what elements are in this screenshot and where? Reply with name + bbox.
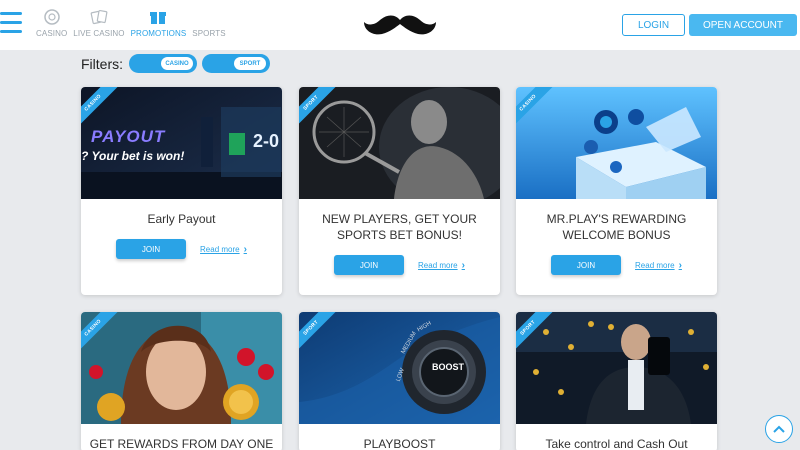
read-more-link[interactable]: Read more › xyxy=(635,260,682,271)
sport-filter-toggle[interactable]: SPORT xyxy=(202,54,270,73)
card-actions: JOIN Read more › xyxy=(81,239,282,259)
login-button[interactable]: LOGIN xyxy=(622,14,685,36)
promo-image-playboost: BOOST LOW MEDIUM HIGH SPORT xyxy=(299,312,500,424)
sport-filter-label: SPORT xyxy=(234,57,266,70)
nav-promotions[interactable]: PROMOTIONS xyxy=(131,8,187,38)
gift-icon xyxy=(149,8,167,26)
cards-icon xyxy=(90,8,108,26)
menu-icon[interactable] xyxy=(0,12,22,36)
promo-image-early-payout: PAYOUT ? Your bet is won! 2-0 CASINO xyxy=(81,87,282,199)
nav-casino[interactable]: CASINO xyxy=(36,8,67,38)
chevron-right-icon: › xyxy=(678,259,682,271)
chevron-up-icon xyxy=(773,425,785,433)
read-more-link[interactable]: Read more › xyxy=(418,260,465,271)
nav-live-casino[interactable]: LIVE CASINO xyxy=(73,8,125,38)
promo-title-line: Early Payout xyxy=(147,212,216,226)
main-nav: CASINO LIVE CASINO PROMOTIONS SPORTS xyxy=(36,8,226,38)
nav-promotions-label: PROMOTIONS xyxy=(130,29,187,38)
join-button[interactable]: JOIN xyxy=(334,255,405,275)
casino-filter-toggle[interactable]: CASINO xyxy=(129,54,197,73)
card-actions: JOIN Read more › xyxy=(299,255,500,275)
promo-image-gift-box: CASINO xyxy=(516,87,717,199)
promo-image-tennis: SPORT xyxy=(299,87,500,199)
promo-card-cash-out: SPORT Take control and Cash Out xyxy=(516,312,717,450)
read-more-link[interactable]: Read more › xyxy=(200,244,247,255)
nav-sports[interactable]: SPORTS xyxy=(192,8,225,38)
casino-chip-icon xyxy=(43,8,61,26)
scroll-to-top-button[interactable] xyxy=(765,415,793,443)
score-image-text: 2-0 xyxy=(253,131,280,151)
promo-title-line: PLAYBOOST xyxy=(363,437,436,450)
nav-sports-label: SPORTS xyxy=(192,29,226,38)
promo-card-welcome-bonus: CASINO MR.PLAY'S REWARDING WELCOME BONUS… xyxy=(516,87,717,295)
filters-bar: Filters: CASINO SPORT xyxy=(81,54,275,73)
promo-title: Take control and Cash Out xyxy=(516,436,717,450)
top-header: CASINO LIVE CASINO PROMOTIONS SPORTS LOG… xyxy=(0,0,800,50)
chevron-right-icon: › xyxy=(461,259,465,271)
payout-image-text: PAYOUT xyxy=(91,127,166,146)
join-button[interactable]: JOIN xyxy=(551,255,622,275)
filters-label: Filters: xyxy=(81,55,123,72)
promo-title-line: Take control and Cash Out xyxy=(545,437,688,450)
promo-title-line: WELCOME BONUS xyxy=(562,228,671,242)
promo-card-new-players: SPORT NEW PLAYERS, GET YOUR SPORTS BET B… xyxy=(299,87,500,295)
read-more-label: Read more xyxy=(200,244,240,254)
mustache-logo[interactable] xyxy=(362,12,438,38)
open-account-button[interactable]: OPEN ACCOUNT xyxy=(689,14,797,36)
promo-title-line: SPORTS BET BONUS! xyxy=(337,228,462,242)
sports-icon xyxy=(200,8,218,26)
promo-title: Early Payout xyxy=(81,211,282,227)
promo-card-playboost: BOOST LOW MEDIUM HIGH SPORT PLAYBOOST xyxy=(299,312,500,450)
promo-title-line: GET REWARDS FROM DAY ONE xyxy=(89,437,274,450)
promo-title: PLAYBOOST xyxy=(299,436,500,450)
bet-won-image-text: ? Your bet is won! xyxy=(81,149,185,163)
chevron-right-icon: › xyxy=(243,243,247,255)
promo-image-cash-out: SPORT xyxy=(516,312,717,424)
promo-card-rewards: CASINO GET REWARDS FROM DAY ONE xyxy=(81,312,282,450)
casino-filter-label: CASINO xyxy=(161,57,193,70)
boost-image-text: BOOST xyxy=(432,362,465,372)
promo-title-line: NEW PLAYERS, GET YOUR xyxy=(322,212,477,226)
nav-casino-label: CASINO xyxy=(36,29,68,38)
read-more-label: Read more xyxy=(418,260,458,270)
promo-card-early-payout: PAYOUT ? Your bet is won! 2-0 CASINO Ear… xyxy=(81,87,282,295)
promo-title: NEW PLAYERS, GET YOUR SPORTS BET BONUS! xyxy=(299,211,500,243)
card-actions: JOIN Read more › xyxy=(516,255,717,275)
promo-title: MR.PLAY'S REWARDING WELCOME BONUS xyxy=(516,211,717,243)
join-button[interactable]: JOIN xyxy=(116,239,187,259)
promo-title-line: MR.PLAY'S REWARDING xyxy=(546,212,687,226)
promo-image-rewards: CASINO xyxy=(81,312,282,424)
nav-live-casino-label: LIVE CASINO xyxy=(73,29,125,38)
read-more-label: Read more xyxy=(635,260,675,270)
promo-title: GET REWARDS FROM DAY ONE xyxy=(81,436,282,450)
